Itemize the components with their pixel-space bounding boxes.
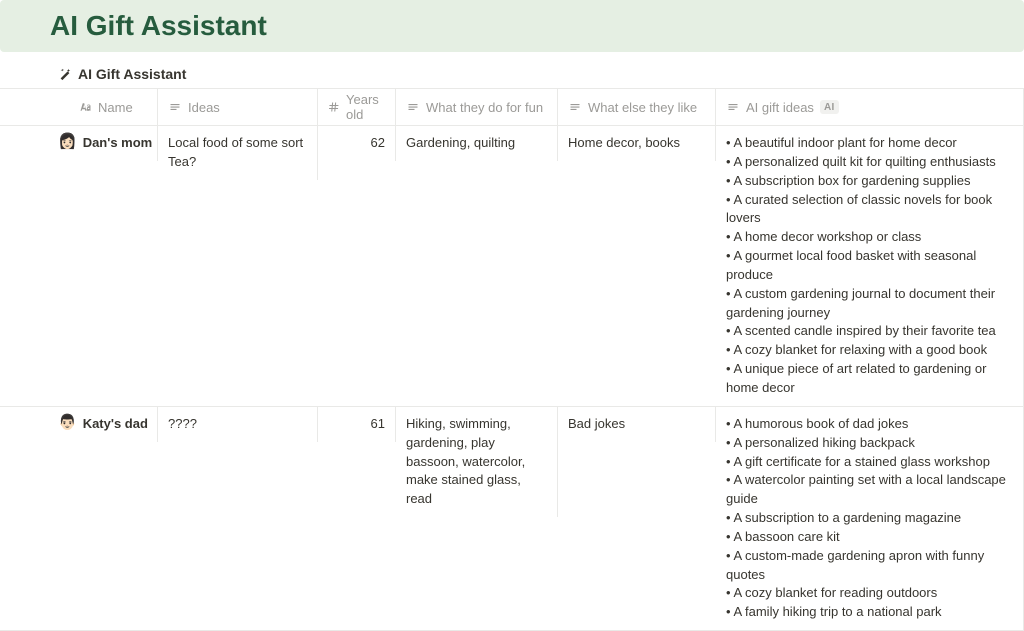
avatar-icon: 👩🏻 <box>58 134 77 149</box>
row-name: Katy's dad <box>83 415 148 434</box>
database-title: AI Gift Assistant <box>78 66 186 82</box>
cell-ai-ideas[interactable]: • A humorous book of dad jokes • A perso… <box>716 407 1024 630</box>
column-header-years[interactable]: Years old <box>318 89 396 125</box>
database-title-row[interactable]: AI Gift Assistant <box>0 60 1024 88</box>
column-header-name[interactable]: Name <box>0 89 158 125</box>
table-header-row: Name Ideas Years old What they do for fu… <box>0 88 1024 126</box>
table-row[interactable]: 👩🏻 Dan's mom Local food of some sort Tea… <box>0 126 1024 407</box>
text-property-icon <box>726 100 740 114</box>
magic-wand-icon <box>58 67 72 81</box>
cell-name[interactable]: 👨🏻 Katy's dad <box>0 407 158 442</box>
cell-like[interactable]: Bad jokes <box>558 407 716 442</box>
cell-fun[interactable]: Hiking, swimming, gardening, play bassoo… <box>396 407 558 517</box>
column-label: What they do for fun <box>426 100 543 115</box>
database-table: Name Ideas Years old What they do for fu… <box>0 88 1024 631</box>
cell-like[interactable]: Home decor, books <box>558 126 716 161</box>
text-property-icon <box>168 100 182 114</box>
cell-years[interactable]: 61 <box>318 407 396 442</box>
column-header-like[interactable]: What else they like <box>558 89 716 125</box>
ai-badge: AI <box>820 100 839 114</box>
text-property-icon <box>406 100 420 114</box>
cell-fun[interactable]: Gardening, quilting <box>396 126 558 161</box>
table-row[interactable]: 👨🏻 Katy's dad ???? 61 Hiking, swimming, … <box>0 407 1024 631</box>
column-header-ideas[interactable]: Ideas <box>158 89 318 125</box>
page-header: AI Gift Assistant <box>0 0 1024 52</box>
avatar-icon: 👨🏻 <box>58 415 77 430</box>
cell-ideas[interactable]: Local food of some sort Tea? <box>158 126 318 180</box>
number-property-icon <box>328 100 340 114</box>
column-label: AI gift ideas <box>746 100 814 115</box>
column-header-fun[interactable]: What they do for fun <box>396 89 558 125</box>
title-property-icon <box>78 100 92 114</box>
column-label: Years old <box>346 92 385 122</box>
column-label: What else they like <box>588 100 697 115</box>
page-title: AI Gift Assistant <box>50 10 1008 42</box>
cell-name[interactable]: 👩🏻 Dan's mom <box>0 126 158 161</box>
table-body: 👩🏻 Dan's mom Local food of some sort Tea… <box>0 126 1024 631</box>
text-property-icon <box>568 100 582 114</box>
cell-ai-ideas[interactable]: • A beautiful indoor plant for home deco… <box>716 126 1024 406</box>
cell-years[interactable]: 62 <box>318 126 396 161</box>
column-label: Name <box>98 100 133 115</box>
row-name: Dan's mom <box>83 134 153 153</box>
column-label: Ideas <box>188 100 220 115</box>
cell-ideas[interactable]: ???? <box>158 407 318 442</box>
column-header-ai[interactable]: AI gift ideas AI <box>716 89 1024 125</box>
